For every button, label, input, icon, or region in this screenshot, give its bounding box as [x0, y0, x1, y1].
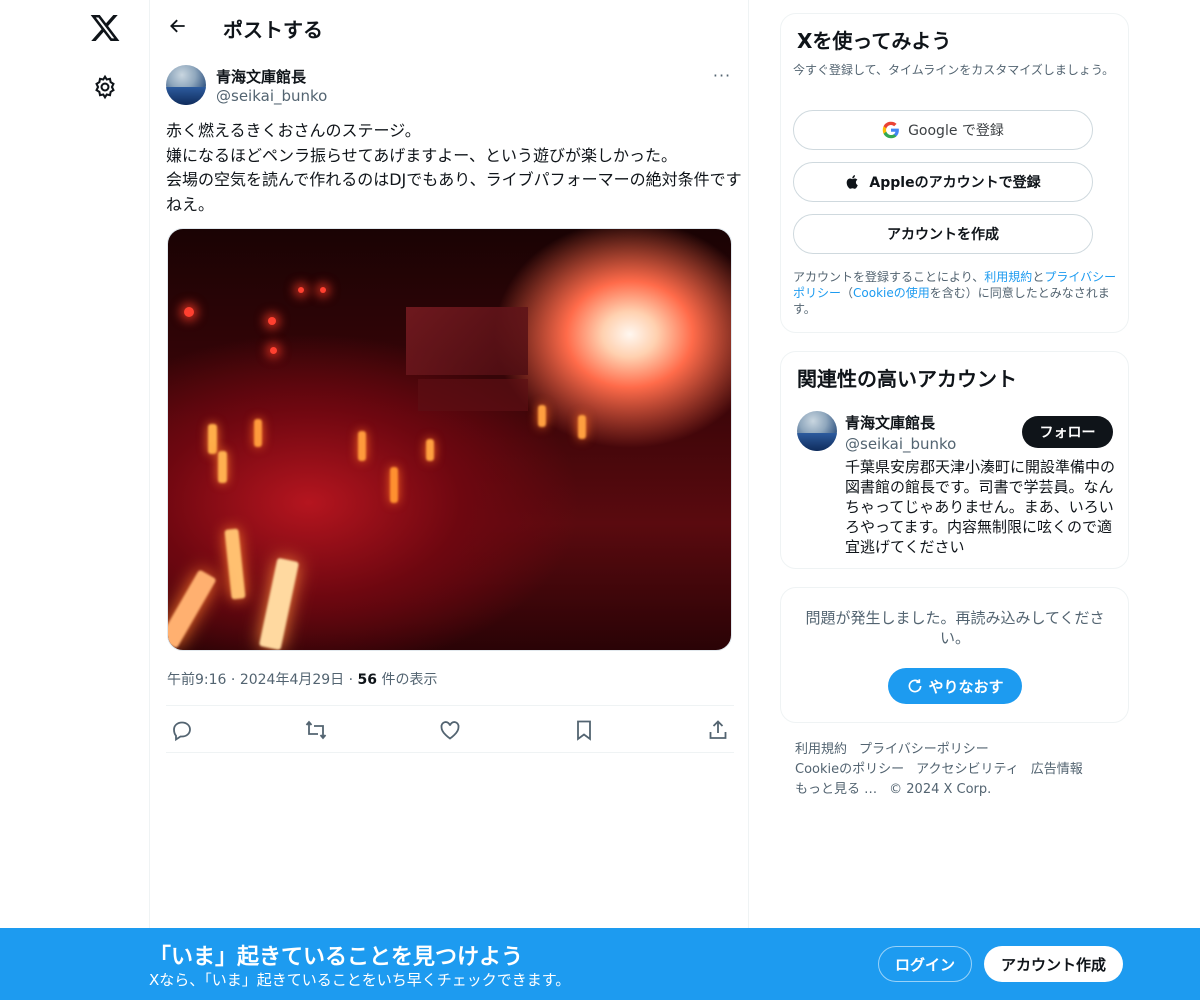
legal-text: と	[1032, 270, 1045, 284]
related-accounts-card: 関連性の高いアカウント 青海文庫館長 @seikai_bunko フォロー 千葉…	[780, 351, 1129, 569]
x-logo-icon[interactable]	[89, 12, 121, 44]
topbar: ポストする	[150, 0, 750, 53]
footer-accessibility-link[interactable]: アクセシビリティ	[916, 762, 1019, 777]
author-handle[interactable]: @seikai_bunko	[216, 87, 327, 105]
image-detail-penlight	[390, 467, 398, 503]
related-account-bio: 千葉県安房郡天津小湊町に開設準備中の図書館の館長です。司書で学芸員。なんちゃって…	[845, 458, 1116, 556]
google-icon	[882, 121, 899, 139]
post-image[interactable]	[167, 228, 732, 651]
gear-icon[interactable]	[92, 74, 118, 100]
image-detail-penlight	[426, 439, 434, 461]
retry-label: やりなおす	[928, 677, 1004, 696]
error-message: 問題が発生しました。再読み込みしてください。	[805, 609, 1105, 647]
footer-cookie-link[interactable]: Cookieのポリシー	[795, 762, 904, 777]
image-detail-penlight	[538, 405, 546, 427]
meta-separator: ·	[226, 672, 240, 688]
legal-text: （	[841, 286, 854, 300]
author-name[interactable]: 青海文庫館長	[216, 66, 306, 87]
footer-more-link[interactable]: もっと見る …	[795, 782, 877, 797]
related-title: 関連性の高いアカウント	[797, 367, 1017, 391]
image-detail-penlight	[254, 419, 262, 447]
image-detail-screen	[406, 307, 528, 375]
refresh-icon	[909, 679, 922, 693]
post-meta: 午前9:16 · 2024年4月29日 · 56 件の表示	[167, 669, 437, 689]
image-detail-penlight	[208, 424, 217, 454]
create-account-label: アカウントを作成	[887, 227, 999, 243]
legal-text: アカウントを登録することにより、	[793, 270, 985, 284]
image-detail-light	[320, 287, 326, 293]
image-detail-penlight	[218, 451, 227, 483]
image-detail-screen-lower	[418, 379, 528, 411]
bookmark-icon[interactable]	[572, 718, 596, 742]
footer-privacy-link[interactable]: プライバシーポリシー	[859, 742, 989, 757]
apple-icon	[847, 175, 859, 189]
image-detail-light	[270, 347, 277, 354]
main-column: ポストする 青海文庫館長 @seikai_bunko ··· 赤く燃えるきくおさ…	[149, 0, 749, 1000]
terms-link[interactable]: 利用規約	[984, 270, 1032, 284]
retry-button[interactable]: やりなおす	[888, 668, 1022, 704]
apple-signup-button[interactable]: Appleのアカウントで登録	[793, 162, 1093, 202]
related-account-handle[interactable]: @seikai_bunko	[845, 435, 956, 453]
image-detail-light	[268, 317, 276, 325]
avatar[interactable]	[166, 65, 206, 105]
signup-banner: 「いま」起きていることを見つけよう Xなら、「いま」起きていることをいち早くチェ…	[0, 928, 1200, 1000]
related-account-name[interactable]: 青海文庫館長	[845, 412, 935, 433]
left-nav	[0, 0, 150, 1000]
reply-icon[interactable]	[170, 718, 194, 742]
meta-separator: ·	[344, 672, 358, 688]
image-detail-penlight	[224, 528, 246, 600]
image-detail-penlight	[258, 557, 300, 650]
apple-signup-label: Appleのアカウントで登録	[869, 175, 1041, 191]
back-button[interactable]	[164, 12, 192, 40]
error-card: 問題が発生しました。再読み込みしてください。 やりなおす	[780, 587, 1129, 723]
share-icon[interactable]	[706, 718, 730, 742]
avatar[interactable]	[797, 411, 837, 451]
page-title: ポストする	[223, 18, 323, 42]
footer-terms-link[interactable]: 利用規約	[795, 742, 847, 757]
footer-copyright: © 2024 X Corp.	[889, 782, 992, 797]
login-button[interactable]: ログイン	[878, 946, 972, 982]
footer-links: 利用規約 プライバシーポリシー Cookieのポリシー アクセシビリティ 広告情報 も…	[795, 740, 1115, 800]
arrow-left-icon	[170, 19, 185, 33]
view-label: 件の表示	[377, 672, 438, 688]
image-detail-penlight	[358, 431, 366, 461]
cookie-link[interactable]: Cookieの使用	[853, 286, 930, 300]
repost-icon[interactable]	[304, 718, 328, 742]
image-detail-penlight	[168, 569, 217, 649]
google-signup-label: Google で登録	[908, 123, 1004, 139]
image-detail-light	[184, 307, 194, 317]
banner-create-account-button[interactable]: アカウント作成	[984, 946, 1123, 982]
create-account-button[interactable]: アカウントを作成	[793, 214, 1093, 254]
signup-card: Xを使ってみよう 今すぐ登録して、タイムラインをカスタマイズしましょう。 Goo…	[780, 13, 1129, 333]
view-count: 56	[357, 672, 378, 688]
post-actions	[166, 705, 734, 753]
post-date[interactable]: 2024年4月29日	[240, 672, 344, 688]
legal-notice: アカウントを登録することにより、利用規約とプライバシーポリシー（Cookieの使…	[793, 269, 1123, 317]
signup-subtitle: 今すぐ登録して、タイムラインをカスタマイズしましょう。	[793, 63, 1115, 77]
more-options-button[interactable]: ···	[710, 66, 734, 86]
like-icon[interactable]	[438, 718, 462, 742]
image-detail-penlight	[578, 415, 586, 439]
image-detail-light	[298, 287, 304, 293]
google-signup-button[interactable]: Google で登録	[793, 110, 1093, 150]
follow-button[interactable]: フォロー	[1022, 416, 1113, 448]
signup-title: Xを使ってみよう	[797, 29, 952, 53]
post-time[interactable]: 午前9:16	[167, 672, 226, 688]
footer-ads-link[interactable]: 広告情報	[1031, 762, 1083, 777]
post-text: 赤く燃えるきくおさんのステージ。 嫌になるほどペンラ振らせてあげますよー、という…	[166, 121, 742, 214]
post-author: 青海文庫館長 @seikai_bunko ···	[166, 64, 734, 108]
banner-title: 「いま」起きていることを見つけよう	[149, 945, 524, 970]
banner-subtitle: Xなら、「いま」起きていることをいち早くチェックできます。	[149, 971, 571, 989]
